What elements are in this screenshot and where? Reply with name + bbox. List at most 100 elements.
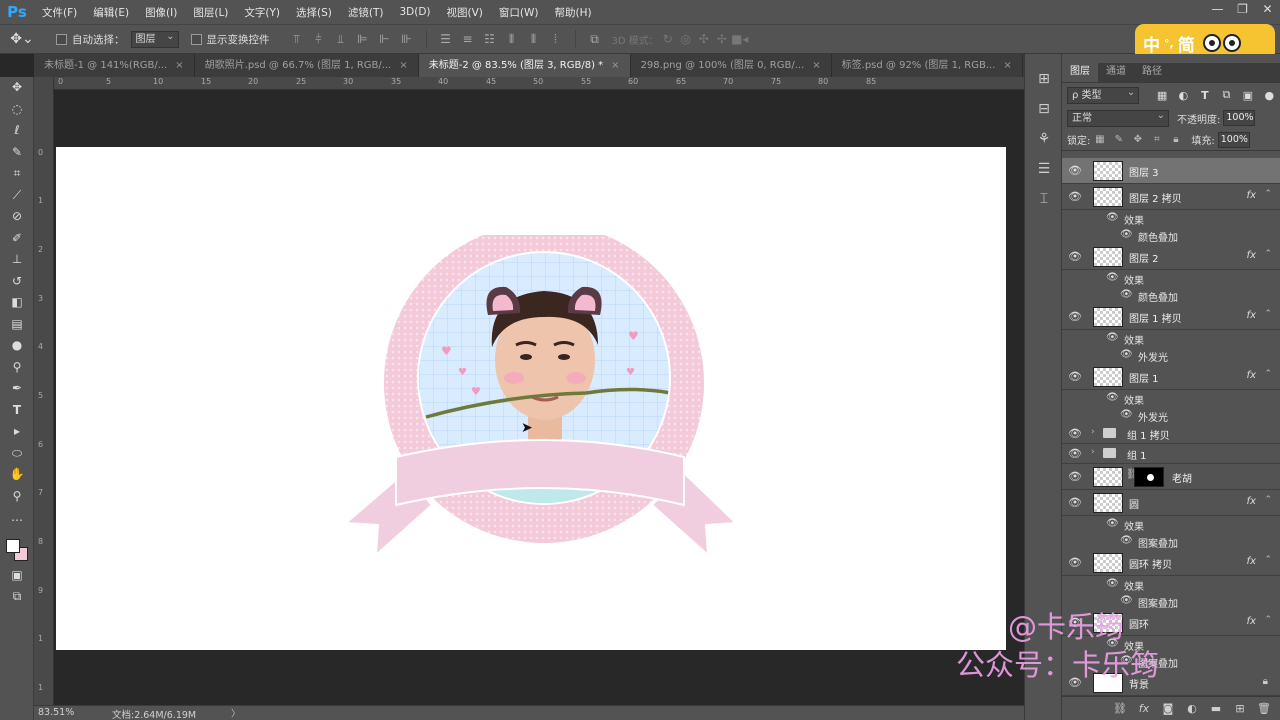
menu-edit[interactable]: 编辑(E) — [85, 5, 137, 20]
visibility-eye-icon[interactable]: 👁︎ — [1120, 409, 1133, 420]
distribute-bottom-icon[interactable]: ☷ — [481, 30, 499, 48]
menu-view[interactable]: 视图(V) — [439, 5, 491, 20]
visibility-eye-icon[interactable]: 👁︎ — [1106, 578, 1119, 589]
tab-paths[interactable]: 路径 — [1134, 62, 1170, 82]
move-tool-icon[interactable]: ✥ — [0, 77, 34, 99]
lock-artboard-icon[interactable]: ⌗ — [1147, 134, 1166, 145]
menu-filter[interactable]: 滤镜(T) — [340, 5, 392, 20]
document-tab-active[interactable]: 未标题-2 @ 83.5% (图层 3, RGB/8) * × — [418, 54, 631, 77]
menu-file[interactable]: 文件(F) — [34, 5, 85, 20]
smart-object-filter-icon[interactable]: ▣ — [1237, 89, 1258, 102]
zoom-level[interactable]: 83.51% — [38, 707, 74, 718]
document-tab[interactable]: 未标题-1 @ 141%(RGB/... × — [34, 54, 195, 77]
effects-row[interactable]: 👁︎ 效果 — [1062, 576, 1280, 593]
visibility-eye-icon[interactable]: 👁︎ — [1120, 535, 1133, 546]
visibility-eye-icon[interactable]: 👁︎ — [1068, 164, 1082, 178]
visibility-eye-icon[interactable]: 👁︎ — [1120, 349, 1133, 360]
quick-select-tool-icon[interactable]: ✎ — [0, 142, 34, 164]
visibility-eye-icon[interactable]: 👁︎ — [1106, 332, 1119, 343]
lock-position-icon[interactable]: ✥ — [1128, 134, 1147, 145]
opacity-input[interactable]: 100% — [1223, 110, 1256, 126]
layer-row[interactable]: 👁︎ 圆 fx ⌃ — [1062, 490, 1280, 516]
gradient-tool-icon[interactable]: ▤ — [0, 314, 34, 336]
effect-item[interactable]: 👁︎ 颜色叠加 — [1062, 287, 1280, 304]
document-tab[interactable]: 胡歌照片.psd @ 66.7% (图层 1, RGB/... × — [195, 54, 419, 77]
visibility-eye-icon[interactable]: 👁︎ — [1106, 272, 1119, 283]
history-panel-icon[interactable]: ⊞ — [1025, 64, 1063, 94]
lock-pixels-icon[interactable]: ✎ — [1109, 134, 1128, 145]
dodge-tool-icon[interactable]: ⚲ — [0, 357, 34, 379]
fx-icon[interactable]: fx — [1247, 370, 1256, 381]
distribute-vcenter-icon[interactable]: ≡ — [459, 30, 477, 48]
group-row[interactable]: 👁︎ › 组 1 拷贝 — [1062, 424, 1280, 444]
auto-align-icon[interactable]: ⧉ — [586, 30, 604, 48]
visibility-eye-icon[interactable]: 👁︎ — [1106, 518, 1119, 529]
auto-select-checkbox[interactable] — [56, 33, 67, 45]
align-top-icon[interactable]: ⫪ — [288, 30, 306, 48]
visibility-eye-icon[interactable]: 👁︎ — [1106, 392, 1119, 403]
close-icon[interactable]: × — [399, 60, 407, 71]
blur-tool-icon[interactable]: ● — [0, 335, 34, 357]
menu-layer[interactable]: 图层(L) — [185, 5, 236, 20]
layer-row[interactable]: 👁︎ 图层 3 — [1062, 158, 1280, 184]
effect-item[interactable]: 👁︎ 图案叠加 — [1062, 653, 1280, 670]
menu-3d[interactable]: 3D(D) — [391, 6, 438, 18]
close-icon[interactable]: × — [812, 60, 820, 71]
document-tab[interactable]: 298.png @ 100% (图层 0, RGB/... × — [631, 54, 832, 77]
3d-pan-icon[interactable]: ✣ — [695, 30, 713, 48]
ime-mode[interactable]: 中 — [1143, 31, 1160, 56]
close-icon[interactable]: × — [1003, 60, 1011, 71]
layer-row[interactable]: 👁︎ 图层 1 拷贝 fx ⌃ — [1062, 304, 1280, 330]
layer-row[interactable]: 👁︎ 圆环 fx ⌃ — [1062, 610, 1280, 636]
effects-row[interactable]: 👁︎ 效果 — [1062, 390, 1280, 407]
fill-input[interactable]: 100% — [1217, 131, 1250, 148]
more-tools-icon[interactable]: … — [0, 507, 34, 529]
adjustments-panel-icon[interactable]: ⊟ — [1025, 94, 1063, 124]
visibility-eye-icon[interactable]: 👁︎ — [1120, 655, 1133, 666]
align-right-icon[interactable]: ⊪ — [398, 30, 416, 48]
collapse-caret-icon[interactable]: ⌃ — [1264, 369, 1272, 379]
visibility-eye-icon[interactable]: 👁︎ — [1106, 212, 1119, 223]
show-transform-checkbox[interactable] — [190, 33, 202, 45]
tab-layers[interactable]: 图层 — [1062, 62, 1098, 82]
new-layer-icon[interactable]: ⊞ — [1230, 702, 1250, 715]
ellipse-tool-icon[interactable]: ⬭ — [0, 443, 34, 465]
ime-script[interactable]: 简 — [1178, 31, 1195, 56]
healing-brush-tool-icon[interactable]: ⊘ — [0, 206, 34, 228]
path-select-tool-icon[interactable]: ▸ — [0, 421, 34, 443]
lock-all-icon[interactable]: 🔒︎ — [1166, 134, 1185, 145]
align-hcenter-icon[interactable]: ⊩ — [376, 30, 394, 48]
menu-select[interactable]: 选择(S) — [288, 5, 340, 20]
effect-item[interactable]: 👁︎ 外发光 — [1062, 407, 1280, 424]
hand-tool-icon[interactable]: ✋ — [0, 464, 34, 486]
stamp-tool-icon[interactable]: ⊥ — [0, 249, 34, 271]
expand-arrow-icon[interactable]: › — [1091, 447, 1095, 457]
layer-row[interactable]: 👁︎ 图层 2 fx ⌃ — [1062, 244, 1280, 270]
eraser-tool-icon[interactable]: ◧ — [0, 292, 34, 314]
minimize-button[interactable]: — — [1205, 0, 1230, 20]
collapse-caret-icon[interactable]: ⌃ — [1264, 555, 1272, 565]
visibility-eye-icon[interactable]: 👁︎ — [1068, 250, 1082, 264]
document-tab[interactable]: 标签.psd @ 92% (图层 1, RGB... × — [832, 54, 1023, 77]
layer-mask-thumbnail[interactable] — [1134, 467, 1164, 487]
visibility-eye-icon[interactable]: 👁︎ — [1068, 676, 1082, 690]
type-tool-icon[interactable]: T — [0, 400, 34, 422]
close-icon[interactable]: × — [611, 60, 619, 71]
layer-row[interactable]: 👁︎ 图层 1 fx ⌃ — [1062, 364, 1280, 390]
history-brush-tool-icon[interactable]: ↺ — [0, 271, 34, 293]
lock-transparent-icon[interactable]: ▦ — [1090, 134, 1109, 145]
pen-tool-icon[interactable]: ✒ — [0, 378, 34, 400]
vertical-ruler[interactable]: 0 1 2 3 4 5 6 7 8 9 1 1 — [34, 90, 54, 705]
adjustment-layer-icon[interactable]: ◐ — [1182, 702, 1202, 715]
filter-toggle-icon[interactable]: ● — [1259, 89, 1280, 102]
link-layers-icon[interactable]: ⛓︎ — [1110, 702, 1130, 715]
collapse-caret-icon[interactable]: ⌃ — [1264, 495, 1272, 505]
eyedropper-tool-icon[interactable]: ⟋ — [0, 185, 34, 207]
effect-item[interactable]: 👁︎ 图案叠加 — [1062, 593, 1280, 610]
layer-row[interactable]: 👁︎ 背景 🔒︎ — [1062, 670, 1280, 696]
distribute-left-icon[interactable]: ⦀ — [503, 30, 521, 48]
3d-scale-icon[interactable]: ■◂ — [731, 30, 749, 48]
add-style-icon[interactable]: fx — [1134, 702, 1154, 715]
visibility-eye-icon[interactable]: 👁︎ — [1068, 310, 1082, 324]
fx-icon[interactable]: fx — [1247, 556, 1256, 567]
